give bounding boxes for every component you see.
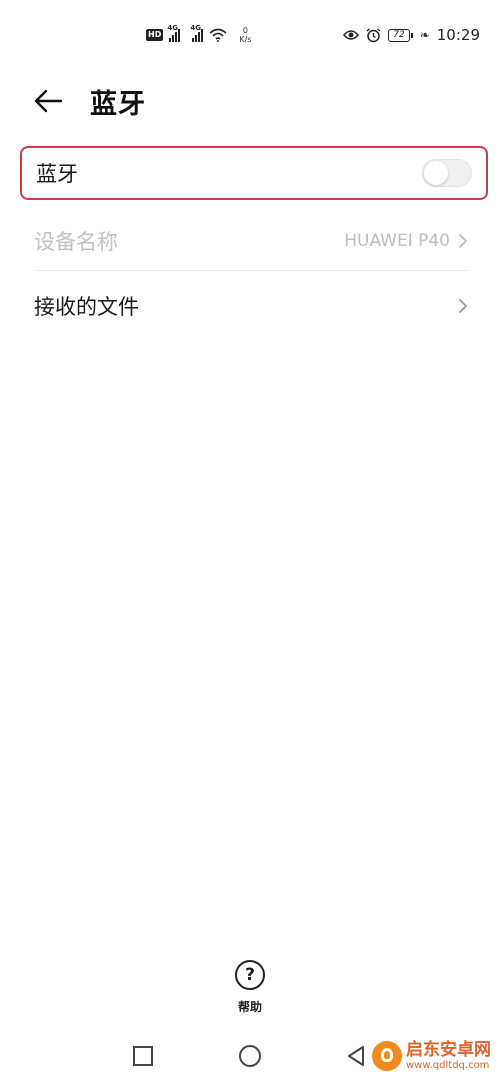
status-bar: HD 4G 4G 0 K/s 72 ❧ 10:29 bbox=[0, 0, 500, 72]
leaf-icon: ❧ bbox=[419, 28, 430, 42]
header: 蓝牙 bbox=[0, 72, 500, 128]
switch-knob bbox=[424, 161, 448, 185]
back-arrow-icon bbox=[34, 89, 63, 113]
watermark-name: 启东安卓网 bbox=[406, 1040, 491, 1060]
battery-icon: 72 bbox=[388, 28, 413, 42]
circle-icon bbox=[239, 1045, 261, 1067]
recent-apps-button[interactable] bbox=[129, 1042, 157, 1070]
back-button[interactable] bbox=[32, 84, 66, 118]
signal-icon-sim2: 4G bbox=[190, 24, 204, 42]
status-left: HD 4G 4G 0 K/s bbox=[146, 24, 251, 44]
triangle-back-icon bbox=[348, 1046, 364, 1066]
home-button[interactable] bbox=[236, 1042, 264, 1070]
help-icon: ? bbox=[235, 960, 265, 990]
hd-badge: HD bbox=[146, 29, 164, 41]
watermark-text: 启东安卓网 www.qdltdq.com bbox=[406, 1040, 491, 1072]
help-label: 帮助 bbox=[237, 1000, 262, 1014]
status-right: 72 ❧ 10:29 bbox=[343, 26, 480, 44]
alarm-icon bbox=[366, 27, 381, 42]
network-type-2: 4G bbox=[190, 24, 201, 32]
bluetooth-toggle-row[interactable]: 蓝牙 bbox=[20, 146, 488, 200]
device-name-row[interactable]: 设备名称 HUAWEI P40 bbox=[34, 212, 468, 271]
watermark-logo-icon bbox=[372, 1041, 402, 1071]
speed-value: 0 bbox=[242, 26, 248, 35]
received-files-label: 接收的文件 bbox=[34, 295, 139, 319]
bluetooth-switch[interactable] bbox=[422, 159, 472, 187]
battery-level: 72 bbox=[388, 28, 410, 42]
watermark: 启东安卓网 www.qdltdq.com bbox=[372, 1040, 491, 1072]
device-name-value-group: HUAWEI P40 bbox=[344, 231, 468, 251]
signal-icon-sim1: 4G bbox=[167, 24, 181, 42]
nav-back-button[interactable] bbox=[342, 1042, 370, 1070]
watermark-url: www.qdltdq.com bbox=[406, 1060, 490, 1071]
eye-icon bbox=[343, 30, 360, 40]
network-type-1: 4G bbox=[167, 24, 178, 32]
received-files-row[interactable]: 接收的文件 bbox=[34, 278, 468, 334]
help-button[interactable]: ? 帮助 bbox=[224, 960, 276, 1015]
network-speed: 0 K/s bbox=[239, 26, 251, 44]
speed-unit: K/s bbox=[239, 35, 252, 44]
device-name-label: 设备名称 bbox=[34, 230, 118, 254]
page-title: 蓝牙 bbox=[90, 89, 146, 120]
bluetooth-label: 蓝牙 bbox=[36, 162, 78, 186]
square-icon bbox=[133, 1046, 153, 1066]
clock: 10:29 bbox=[436, 26, 480, 44]
chevron-right-icon bbox=[459, 299, 467, 313]
chevron-right-icon bbox=[459, 234, 467, 248]
device-name-value: HUAWEI P40 bbox=[344, 231, 450, 251]
wifi-icon bbox=[209, 28, 227, 42]
